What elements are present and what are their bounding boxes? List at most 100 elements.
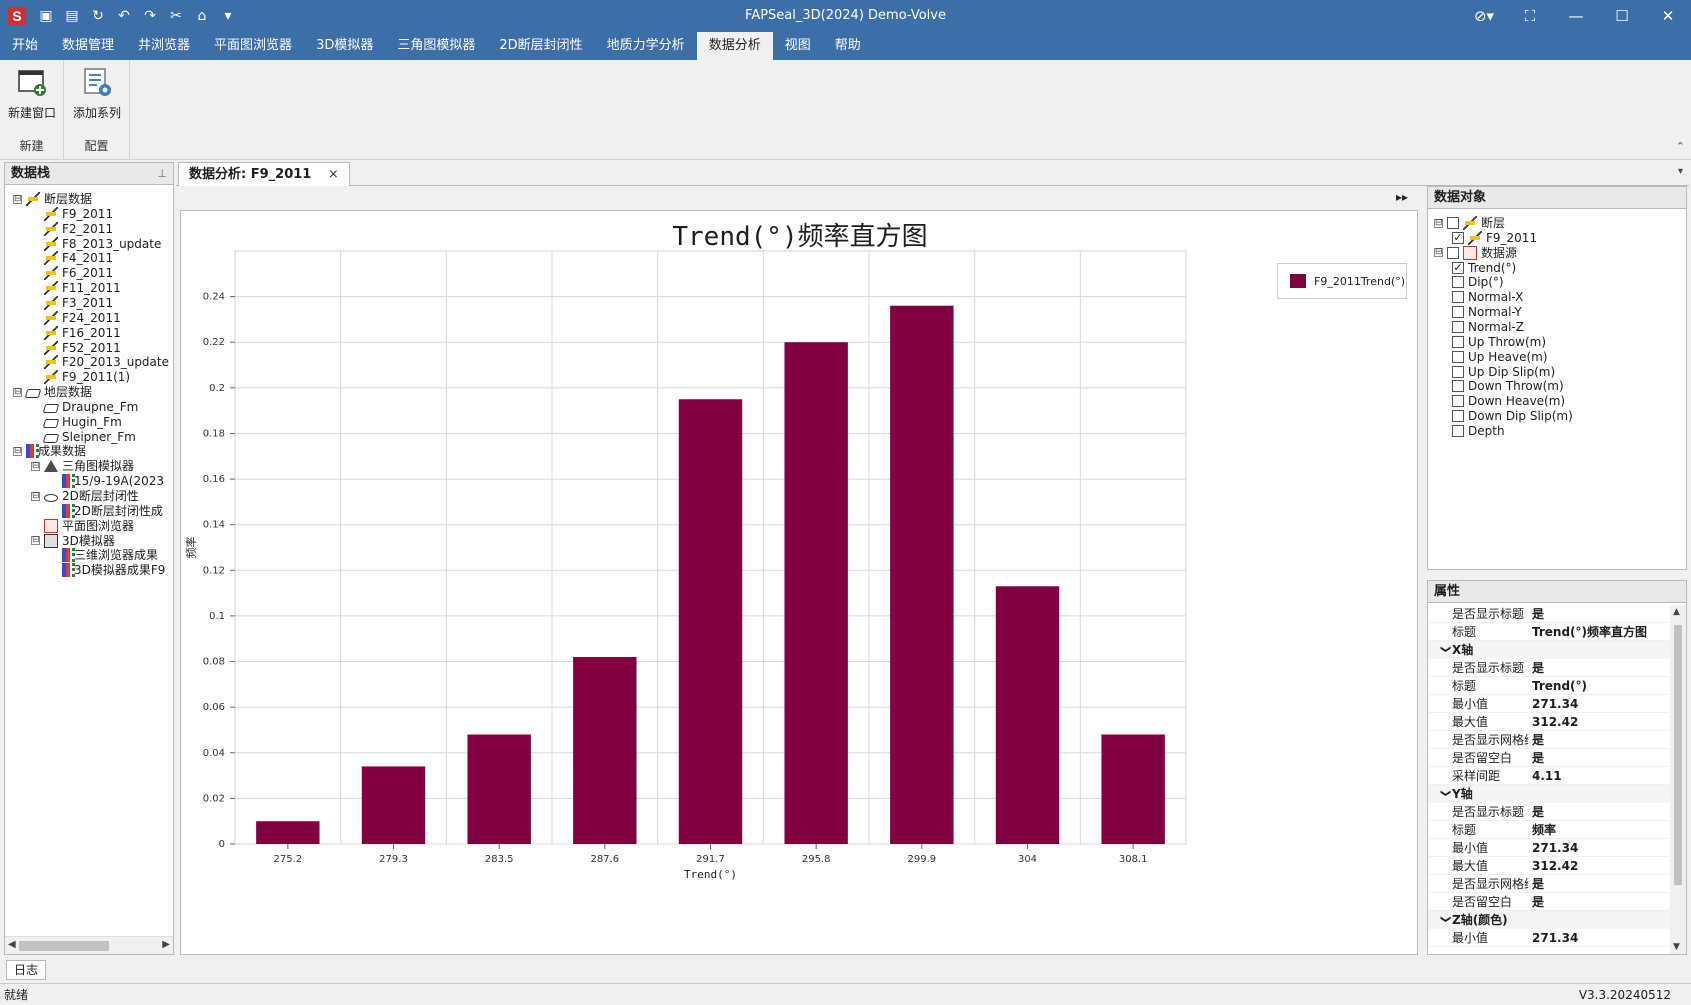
- property-value[interactable]: 是: [1528, 659, 1670, 676]
- menu-tab[interactable]: 开始: [0, 32, 50, 60]
- chevron-down-icon[interactable]: ❯: [1436, 645, 1454, 659]
- data-object-item[interactable]: Normal-X: [1452, 289, 1523, 305]
- undo-icon[interactable]: ↶: [112, 4, 136, 28]
- property-category[interactable]: ❯Y轴: [1428, 785, 1670, 803]
- new-window-button[interactable]: 新建窗口: [3, 66, 61, 121]
- tree-item[interactable]: F6_2011: [31, 265, 113, 281]
- scroll-left-icon[interactable]: ◀: [8, 939, 16, 950]
- minimize-icon[interactable]: —: [1553, 0, 1599, 32]
- tree-item[interactable]: F11_2011: [31, 280, 121, 296]
- property-value[interactable]: 312.42: [1528, 713, 1670, 730]
- property-row[interactable]: 是否显示标题是: [1428, 803, 1670, 821]
- tree-item[interactable]: 3D模拟器成果F9: [49, 562, 165, 578]
- property-value[interactable]: 是: [1528, 803, 1670, 820]
- tree-item[interactable]: F2_2011: [31, 221, 113, 237]
- checkbox[interactable]: [1452, 291, 1464, 304]
- chevron-down-icon[interactable]: ❯: [1436, 789, 1454, 803]
- close-icon[interactable]: ✕: [1645, 0, 1691, 32]
- property-row[interactable]: 最小值 271.34: [1428, 695, 1670, 713]
- log-tab[interactable]: 日志: [6, 960, 46, 980]
- checkbox[interactable]: ✓: [1452, 231, 1464, 244]
- property-value[interactable]: 是: [1528, 875, 1670, 892]
- histogram-bar[interactable]: [256, 821, 320, 844]
- collapse-icon[interactable]: ⊟: [13, 387, 22, 397]
- checkbox[interactable]: [1452, 320, 1464, 333]
- save-all-icon[interactable]: ▤: [60, 4, 84, 28]
- property-value[interactable]: 4.11: [1528, 767, 1670, 784]
- property-row[interactable]: 是否显示标题是: [1428, 659, 1670, 677]
- property-row[interactable]: 最大值 312.42: [1428, 857, 1670, 875]
- property-row[interactable]: 标题 Trend(°): [1428, 677, 1670, 695]
- menu-tab[interactable]: 地质力学分析: [595, 32, 697, 60]
- tree-item[interactable]: ⊟ 断层数据: [13, 191, 92, 207]
- menu-tab[interactable]: 井浏览器: [126, 32, 202, 60]
- scroll-up-icon[interactable]: ▲: [1673, 607, 1680, 617]
- property-row[interactable]: 是否显示网格线是: [1428, 731, 1670, 749]
- histogram-bar[interactable]: [890, 305, 954, 844]
- tree-item[interactable]: 三维浏览器成果: [49, 547, 158, 563]
- expand-panel-icon[interactable]: ▸▸: [1396, 190, 1408, 204]
- collapse-icon[interactable]: ⊟: [1434, 248, 1443, 258]
- checkbox[interactable]: [1452, 410, 1464, 423]
- tree-item[interactable]: Draupne_Fm: [31, 399, 138, 415]
- cut-icon[interactable]: ✂: [164, 4, 188, 28]
- collapse-icon[interactable]: ⊟: [13, 446, 22, 456]
- refresh-icon[interactable]: ↻: [86, 4, 110, 28]
- scrollbar-thumb[interactable]: [19, 941, 109, 951]
- data-object-item[interactable]: Down Heave(m): [1452, 393, 1565, 409]
- checkbox[interactable]: [1447, 246, 1459, 259]
- checkbox[interactable]: [1452, 306, 1464, 319]
- property-value[interactable]: Trend(°): [1528, 677, 1670, 694]
- property-row[interactable]: 最小值 271.34: [1428, 929, 1670, 947]
- tree-item[interactable]: ⊟ 三角图模拟器: [31, 458, 134, 474]
- property-value[interactable]: 是: [1528, 749, 1670, 766]
- menu-tab[interactable]: 数据分析: [696, 32, 773, 60]
- checkbox[interactable]: [1447, 217, 1459, 229]
- property-row[interactable]: 是否留空白 是: [1428, 749, 1670, 767]
- menu-tab[interactable]: 帮助: [823, 32, 873, 60]
- close-tab-icon[interactable]: ×: [328, 167, 339, 182]
- checkbox[interactable]: ✓: [1452, 261, 1464, 274]
- property-value[interactable]: 271.34: [1528, 929, 1670, 946]
- tree-item[interactable]: F9_2011: [31, 206, 113, 222]
- tree-item[interactable]: ⊟ 地层数据: [13, 384, 92, 400]
- property-row[interactable]: 是否显示标题是: [1428, 605, 1670, 623]
- property-value[interactable]: 312.42: [1528, 857, 1670, 874]
- tabs-dropdown-icon[interactable]: ▾: [1678, 166, 1683, 177]
- property-value[interactable]: 是: [1528, 893, 1670, 910]
- data-object-item[interactable]: ⊟ 断层: [1434, 215, 1505, 231]
- add-series-button[interactable]: 添加系列: [68, 66, 126, 121]
- property-row[interactable]: 标题 频率: [1428, 821, 1670, 839]
- property-value[interactable]: 271.34: [1528, 695, 1670, 712]
- histogram-bar[interactable]: [1101, 734, 1165, 844]
- histogram-bar[interactable]: [573, 656, 637, 844]
- tab-data-analysis[interactable]: 数据分析: F9_2011 ×: [178, 162, 350, 186]
- tree-item[interactable]: 2D断层封闭性成: [49, 503, 163, 519]
- redo-icon[interactable]: ↷: [138, 4, 162, 28]
- menu-tab[interactable]: 2D断层封闭性: [487, 32, 594, 60]
- tree-item[interactable]: F20_2013_update: [31, 354, 169, 370]
- collapse-icon[interactable]: ⊟: [1434, 218, 1443, 228]
- property-row[interactable]: 最大值 312.42: [1428, 713, 1670, 731]
- property-value[interactable]: 频率: [1528, 821, 1670, 838]
- save-icon[interactable]: ▣: [34, 4, 58, 28]
- data-object-item[interactable]: ⊟ 数据源: [1434, 245, 1517, 261]
- menu-tab[interactable]: 三角图模拟器: [385, 32, 487, 60]
- theme-icon[interactable]: ⊘▾: [1461, 0, 1507, 32]
- property-row[interactable]: 采样间距 4.11: [1428, 767, 1670, 785]
- tree-item[interactable]: 平面图浏览器: [31, 518, 134, 534]
- tree-item[interactable]: ⊟ 3D模拟器: [31, 533, 115, 549]
- chevron-down-icon[interactable]: ❯: [1436, 915, 1454, 929]
- data-object-item[interactable]: Normal-Y: [1452, 304, 1522, 320]
- tree-item[interactable]: F52_2011: [31, 340, 121, 356]
- restore-layout-icon[interactable]: ⛶: [1507, 0, 1553, 32]
- pin-icon[interactable]: ⊥: [157, 163, 167, 185]
- histogram-bar[interactable]: [784, 342, 848, 844]
- scroll-down-icon[interactable]: ▼: [1673, 942, 1680, 952]
- tree-item[interactable]: 15/9-19A(2023: [49, 473, 164, 489]
- collapse-ribbon-icon[interactable]: ⌃: [1676, 140, 1685, 153]
- property-value[interactable]: Trend(°)频率直方图: [1528, 623, 1670, 640]
- checkbox[interactable]: [1452, 335, 1464, 348]
- tree-item[interactable]: ⊟ 成果数据: [13, 443, 86, 459]
- tree-item[interactable]: F24_2011: [31, 310, 121, 326]
